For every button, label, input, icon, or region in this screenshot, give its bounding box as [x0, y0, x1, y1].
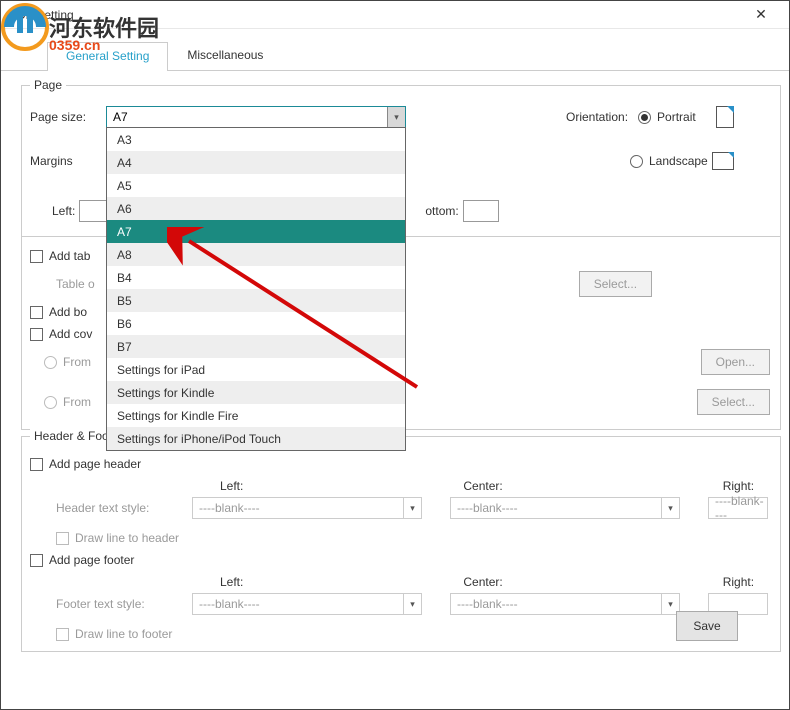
landscape-icon	[712, 152, 734, 170]
orientation-portrait-radio[interactable]: Portrait	[638, 110, 696, 124]
tab-miscellaneous[interactable]: Miscellaneous	[168, 41, 282, 70]
chevron-down-icon[interactable]: ▾	[387, 107, 405, 127]
page-size-select[interactable]: A7 ▾ A3 A4 A5 A6 A7 A8 B4 B5 B6 B7 Setti…	[106, 106, 406, 128]
header-center-select[interactable]: ----blank----▾	[450, 497, 680, 519]
table-sub-label: Table o	[56, 277, 95, 291]
footer-style-label: Footer text style:	[56, 597, 164, 611]
page-size-option[interactable]: Settings for iPad	[107, 358, 405, 381]
page-size-dropdown: A3 A4 A5 A6 A7 A8 B4 B5 B6 B7 Settings f…	[106, 127, 406, 451]
portrait-text: Portrait	[657, 110, 696, 124]
header-right-select[interactable]: ----blank----	[708, 497, 768, 519]
header-style-label: Header text style:	[56, 501, 164, 515]
page-size-option[interactable]: A5	[107, 174, 405, 197]
open-button[interactable]: Open...	[701, 349, 770, 375]
page-group: Page Page size: A7 ▾ A3 A4 A5 A6 A7 A8 B…	[21, 85, 781, 237]
page-size-option[interactable]: B5	[107, 289, 405, 312]
portrait-icon	[716, 106, 734, 128]
tab-bar: General Setting Miscellaneous	[1, 41, 789, 71]
header-footer-group: Header & Footer Add page header Left: Ce…	[21, 436, 781, 652]
page-size-value: A7	[113, 110, 128, 124]
chevron-down-icon: ▾	[403, 594, 421, 614]
from-radio-2[interactable]: From	[44, 395, 91, 409]
margin-bottom-label: ottom:	[425, 204, 458, 218]
close-icon[interactable]: ✕	[741, 6, 781, 23]
page-size-option[interactable]: A7	[107, 220, 405, 243]
landscape-text: Landscape	[649, 154, 708, 168]
header-left-select[interactable]: ----blank----▾	[192, 497, 422, 519]
orientation-landscape-radio[interactable]: Landscape	[630, 154, 708, 168]
select-button[interactable]: Select...	[579, 271, 652, 297]
margins-label: Margins	[30, 154, 73, 168]
orientation-label: Orientation:	[566, 110, 628, 124]
page-size-option[interactable]: Settings for Kindle Fire	[107, 404, 405, 427]
draw-line-header-checkbox[interactable]: Draw line to header	[56, 531, 772, 545]
page-size-label: Page size:	[30, 110, 96, 124]
page-size-option[interactable]: A4	[107, 151, 405, 174]
add-page-header-checkbox[interactable]: Add page header	[30, 457, 772, 471]
page-size-option[interactable]: B7	[107, 335, 405, 358]
margin-bottom-input[interactable]	[463, 200, 499, 222]
add-page-footer-checkbox[interactable]: Add page footer	[30, 553, 772, 567]
page-size-option[interactable]: Settings for iPhone/iPod Touch	[107, 427, 405, 450]
from-radio-1[interactable]: From	[44, 355, 91, 369]
hf-header-column-labels: Left: Center: Right:	[220, 479, 772, 493]
page-size-option[interactable]: B6	[107, 312, 405, 335]
page-size-option[interactable]: A6	[107, 197, 405, 220]
hf-footer-column-labels: Left: Center: Right:	[220, 575, 772, 589]
page-size-option[interactable]: B4	[107, 266, 405, 289]
window-title: PDF Setting	[9, 8, 74, 22]
page-size-option[interactable]: A8	[107, 243, 405, 266]
page-group-title: Page	[30, 78, 66, 92]
draw-line-footer-checkbox[interactable]: Draw line to footer	[56, 627, 772, 641]
title-bar: PDF Setting ✕	[1, 1, 789, 29]
footer-center-select[interactable]: ----blank----▾	[450, 593, 680, 615]
tab-general-setting[interactable]: General Setting	[47, 42, 168, 71]
page-size-option[interactable]: Settings for Kindle	[107, 381, 405, 404]
select-button-2[interactable]: Select...	[697, 389, 770, 415]
chevron-down-icon: ▾	[403, 498, 421, 518]
footer-left-select[interactable]: ----blank----▾	[192, 593, 422, 615]
save-button[interactable]: Save	[676, 611, 738, 641]
page-size-option[interactable]: A3	[107, 128, 405, 151]
chevron-down-icon: ▾	[661, 498, 679, 518]
margin-left-label: Left:	[52, 204, 75, 218]
